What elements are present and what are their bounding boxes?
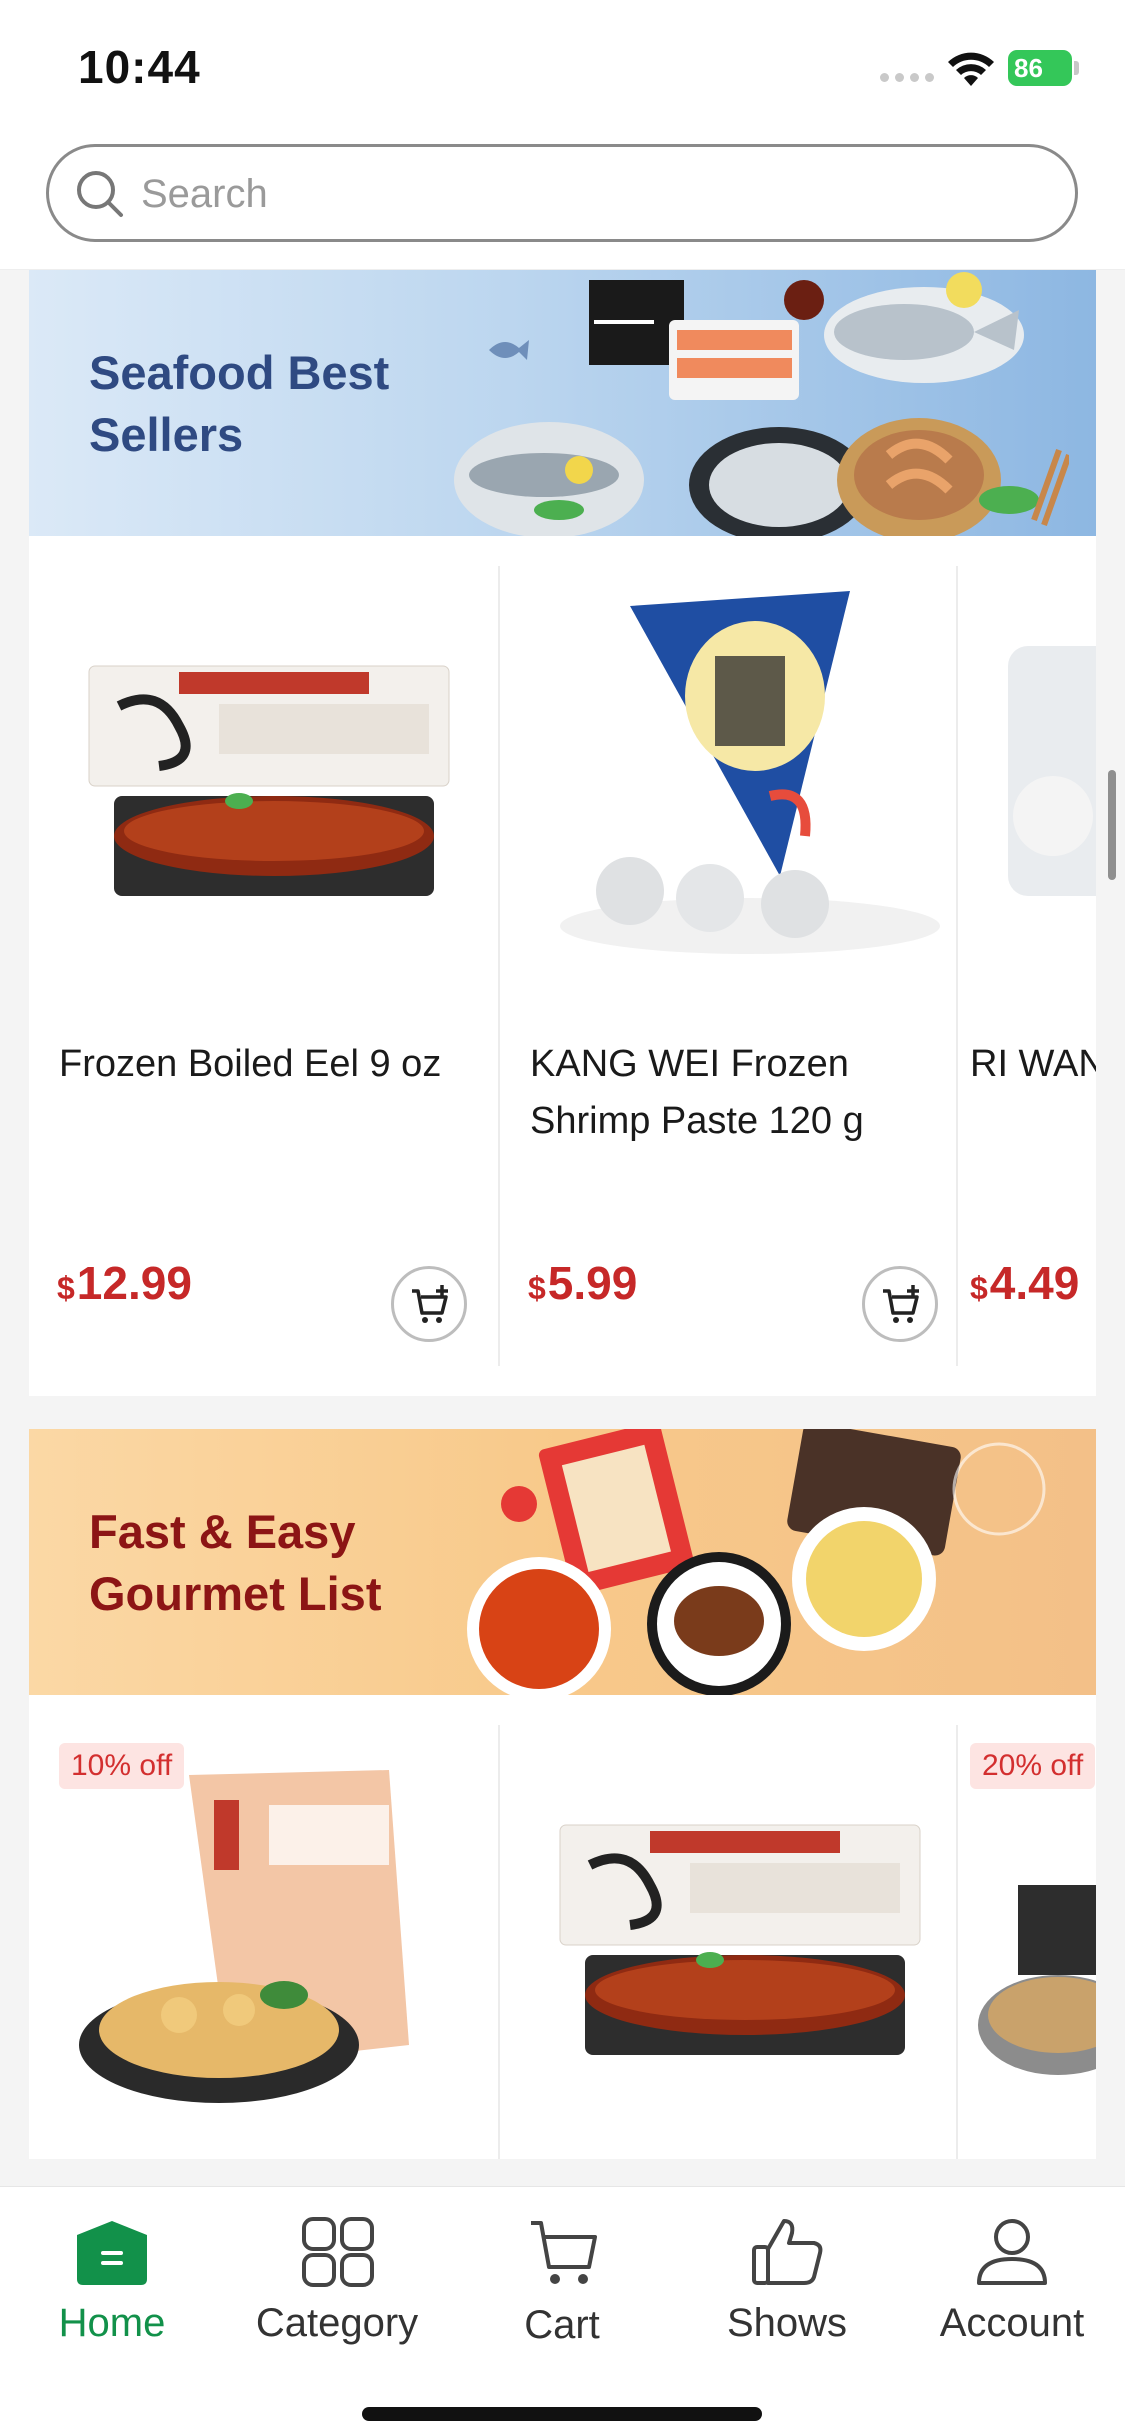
app-screen: 10:44 86 Seafood Best Sellers [0,0,1125,2436]
product-card[interactable]: RI WAN Balls 8 $4.49 [958,566,1096,1366]
product-name: RI WAN Balls 8 [970,1043,1096,1085]
scrollbar[interactable] [1108,770,1116,880]
status-time: 10:44 [78,41,201,93]
nav-label: Shows [726,2301,848,2345]
banner-title: Fast & Easy Gourmet List [89,1505,382,1620]
bottom-nav: Home Category Cart Shows Account [0,2186,1125,2436]
cart-icon [531,2221,597,2284]
search-icon [77,171,123,217]
banner-title: Seafood Best Sellers [89,346,390,461]
nav-item-shows[interactable]: Shows [687,2217,887,2367]
product-price: $12.99 [57,1257,192,1309]
thumbs-up-icon [752,2219,823,2285]
battery-level: 86 [1008,50,1072,86]
gourmet-banner[interactable]: Fast & Easy Gourmet List [29,1429,1096,1695]
nav-item-home[interactable]: Home [12,2217,212,2367]
product-price: $5.99 [528,1257,638,1309]
seafood-section: Seafood Best Sellers Frozen Boiled Eel 9… [29,270,1096,1396]
nav-label: Category [255,2301,419,2345]
cellular-signal-icon [880,73,934,82]
home-indicator [362,2407,762,2421]
product-name: KANG WEI Frozen Shrimp Paste 120 g [530,1043,864,1142]
product-image [88,665,450,896]
product-price: $4.49 [970,1257,1080,1309]
home-icon [77,2221,147,2285]
wifi-icon [948,52,994,86]
seafood-banner[interactable]: Seafood Best Sellers [29,270,1096,536]
product-card[interactable]: 10% off [29,1725,487,2159]
gourmet-products: 10% off 20% off [29,1695,1096,2159]
product-card[interactable]: KANG WEI Frozen Shrimp Paste 120 g $5.99 [500,566,958,1366]
nav-item-category[interactable]: Category [237,2217,437,2367]
grid-icon [302,2217,374,2287]
add-to-cart-button[interactable] [862,1266,938,1342]
product-card[interactable]: Frozen Boiled Eel 9 oz $12.99 [29,566,487,1366]
add-to-cart-button[interactable] [391,1266,467,1342]
product-image [978,1885,1096,2075]
seafood-products: Frozen Boiled Eel 9 oz $12.99 KANG WEI F… [29,536,1096,1396]
product-image [559,1824,921,2055]
search-bar[interactable] [46,144,1078,242]
product-image [79,1770,409,2103]
gourmet-banner-image [467,1429,1046,1695]
nav-item-cart[interactable]: Cart [462,2217,662,2367]
gourmet-section: Fast & Easy Gourmet List 10% off 20% off [29,1429,1096,2159]
nav-item-account[interactable]: Account [912,2217,1112,2367]
search-input[interactable] [141,165,1021,223]
battery-icon: 86 [1008,50,1080,86]
nav-label: Account [939,2301,1085,2345]
discount-badge: 10% off [59,1743,185,1789]
product-card[interactable]: 20% off [958,1725,1096,2159]
status-bar: 10:44 86 [0,0,1125,130]
product-name: Frozen Boiled Eel 9 oz [59,1043,442,1085]
cart-plus-icon [883,1285,919,1323]
cart-plus-icon [412,1285,448,1323]
product-image [560,591,940,954]
product-image [1008,646,1096,896]
discount-badge: 20% off [970,1743,1096,1789]
user-icon [977,2219,1047,2285]
seafood-banner-image [454,272,1069,536]
product-card[interactable] [500,1725,958,2159]
search-header [0,130,1125,270]
nav-label: Cart [524,2303,600,2347]
nav-label: Home [58,2301,166,2345]
